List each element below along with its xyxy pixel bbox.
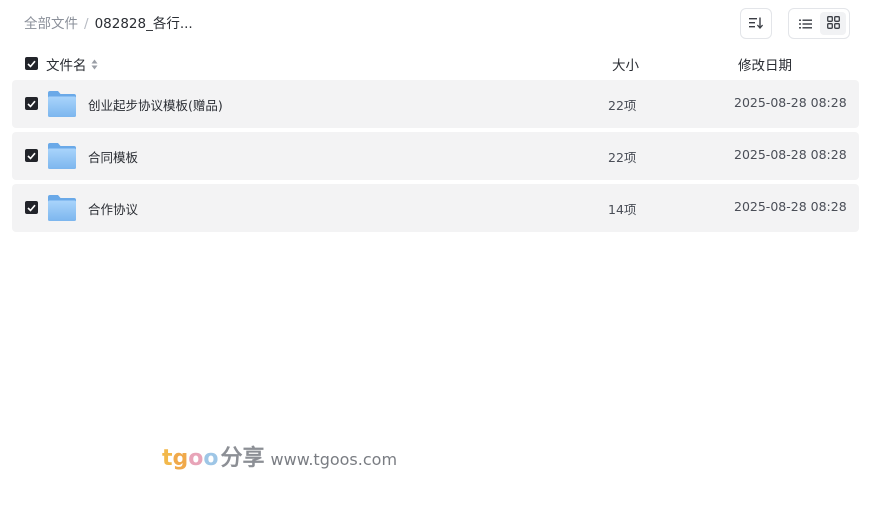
table-header: 文件名 大小 修改日期 bbox=[12, 50, 859, 78]
row-checkbox[interactable] bbox=[25, 201, 38, 214]
file-name: 创业起步协议模板(赠品) bbox=[88, 98, 223, 113]
table-row[interactable]: 合作协议 14项 2025-08-28 08:28 bbox=[12, 184, 859, 232]
table-row[interactable]: 创业起步协议模板(赠品) 22项 2025-08-28 08:28 bbox=[12, 80, 859, 128]
check-icon bbox=[27, 60, 36, 68]
file-size: 22项 bbox=[608, 150, 637, 165]
breadcrumb-root[interactable]: 全部文件 bbox=[24, 14, 78, 34]
list-view-button[interactable] bbox=[792, 12, 818, 35]
table-row[interactable]: 合同模板 22项 2025-08-28 08:28 bbox=[12, 132, 859, 180]
column-header-date: 修改日期 bbox=[738, 58, 792, 74]
file-date: 2025-08-28 08:28 bbox=[734, 95, 847, 110]
breadcrumb-current: 082828_各行... bbox=[94, 16, 193, 32]
file-date: 2025-08-28 08:28 bbox=[734, 199, 847, 214]
file-browser: 全部文件 / 082828_各行... 文件名 大小 修改日期 创业起步协议模板… bbox=[0, 0, 874, 514]
file-name: 合作协议 bbox=[88, 202, 139, 217]
check-icon bbox=[27, 152, 36, 160]
file-name: 合同模板 bbox=[88, 150, 139, 165]
row-checkbox[interactable] bbox=[25, 97, 38, 110]
column-header-size: 大小 bbox=[612, 58, 639, 74]
file-size: 14项 bbox=[608, 202, 637, 217]
sort-button[interactable] bbox=[740, 8, 772, 39]
file-size: 22项 bbox=[608, 98, 637, 113]
breadcrumb-separator: / bbox=[84, 16, 89, 32]
view-toggle bbox=[788, 8, 850, 39]
folder-icon bbox=[47, 194, 77, 226]
file-date: 2025-08-28 08:28 bbox=[734, 147, 847, 162]
grid-view-icon bbox=[826, 14, 840, 33]
file-list: 创业起步协议模板(赠品) 22项 2025-08-28 08:28 合同模板 2… bbox=[12, 80, 859, 236]
list-view-icon bbox=[798, 14, 812, 33]
watermark-url: www.tgoos.com bbox=[270, 450, 398, 469]
watermark-brand: tgoo bbox=[162, 446, 219, 471]
column-name-label: 文件名 bbox=[46, 58, 87, 74]
sort-toggle-icon bbox=[91, 59, 98, 70]
check-icon bbox=[27, 100, 36, 108]
select-all-checkbox[interactable] bbox=[25, 57, 38, 70]
sort-descending-icon bbox=[749, 14, 764, 33]
row-checkbox[interactable] bbox=[25, 149, 38, 162]
breadcrumb: 全部文件 / 082828_各行... bbox=[24, 14, 193, 34]
folder-icon bbox=[47, 142, 77, 174]
watermark: tgoo 分享 www.tgoos.com bbox=[162, 440, 397, 472]
column-header-name[interactable]: 文件名 bbox=[46, 54, 98, 74]
grid-view-button[interactable] bbox=[820, 12, 846, 35]
folder-icon bbox=[47, 90, 77, 122]
watermark-brand-cn: 分享 bbox=[220, 446, 265, 471]
check-icon bbox=[27, 204, 36, 212]
